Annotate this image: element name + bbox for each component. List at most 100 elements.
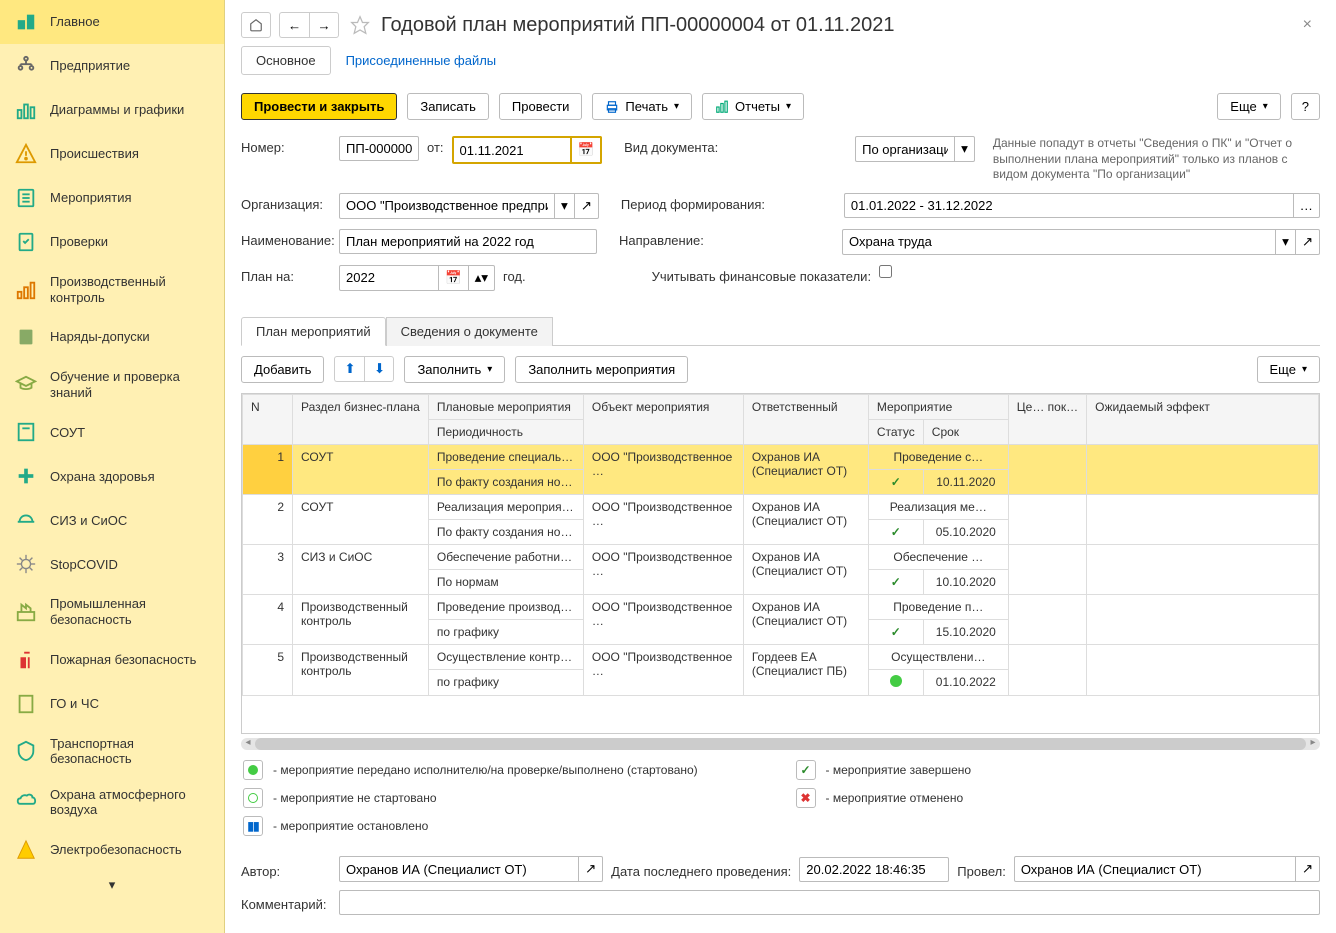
reports-button[interactable]: Отчеты [702,93,804,120]
scroll-left-icon[interactable]: ◂ [241,737,255,748]
forward-button[interactable]: → [309,12,339,38]
col-planned[interactable]: Плановые мероприятия [428,394,583,419]
col-event[interactable]: Мероприятие [868,394,1008,419]
tab-plan[interactable]: План мероприятий [241,317,386,346]
sidebar-item-16[interactable]: Транспортная безопасность [0,726,224,777]
name-input[interactable] [339,229,597,254]
table-row[interactable]: 2 СОУТ Реализация мероприя… ООО "Произво… [243,494,1319,519]
author-input[interactable] [339,856,579,882]
sidebar-item-12[interactable]: StopCOVID [0,542,224,586]
calendar-icon[interactable]: 📅 [572,136,603,164]
planfor-input[interactable] [339,265,439,291]
control-icon [14,278,38,302]
legend-notstarted: - мероприятие не стартовано [273,791,437,805]
dropdown-icon[interactable]: ▾ [955,136,975,162]
fill-button[interactable]: Заполнить [404,356,505,383]
col-n[interactable]: N [243,394,293,444]
add-button[interactable]: Добавить [241,356,324,383]
lastpost-input[interactable] [799,857,949,882]
col-object[interactable]: Объект мероприятия [583,394,743,444]
open-icon[interactable]: ↗ [579,856,603,882]
table-row[interactable]: 3 СИЗ и СиОС Обеспечение работни… ООО "П… [243,544,1319,569]
scroll-right-icon[interactable]: ▸ [1306,737,1320,748]
tab-main[interactable]: Основное [241,46,331,75]
back-button[interactable]: ← [279,12,309,38]
save-button[interactable]: Записать [407,93,489,120]
calendar-icon[interactable]: 📅 [439,265,469,291]
direction-label: Направление: [619,229,834,248]
sidebar-item-1[interactable]: Предприятие [0,44,224,88]
col-effect[interactable]: Ожидаемый эффект [1087,394,1319,444]
col-date[interactable]: Срок [923,419,1008,444]
year-suffix: год. [503,265,526,284]
sidebar-item-17[interactable]: Охрана атмосферного воздуха [0,777,224,828]
favorite-icon[interactable] [347,12,373,38]
print-button[interactable]: Печать [592,93,692,120]
table-row[interactable]: 5 Производственный контроль Осуществлени… [243,644,1319,669]
dropdown-icon[interactable]: ▾ [555,193,575,219]
table-row[interactable]: 1 СОУТ Проведение специаль… ООО "Произво… [243,444,1319,469]
move-down-button[interactable]: ⬇ [364,356,394,382]
date-input[interactable] [452,136,572,164]
sidebar-item-9[interactable]: СОУТ [0,410,224,454]
col-target[interactable]: Це… пок… [1008,394,1086,444]
period-input[interactable] [844,193,1294,218]
sidebar-item-4[interactable]: Мероприятия [0,176,224,220]
col-periodicity[interactable]: Периодичность [428,419,583,444]
home-button[interactable] [241,12,271,38]
sidebar-item-18[interactable]: Электробезопасность [0,828,224,872]
open-icon[interactable]: ↗ [1296,229,1320,255]
doctype-select[interactable] [855,136,955,162]
sidebar-item-10[interactable]: Охрана здоровья [0,454,224,498]
planfor-label: План на: [241,265,331,284]
legend-cancelled-icon: ✖ [796,788,816,808]
sidebar-item-2[interactable]: Диаграммы и графики [0,88,224,132]
permits-icon [14,325,38,349]
sidebar-item-label: ГО и ЧС [50,696,99,712]
col-section[interactable]: Раздел бизнес-плана [293,394,429,444]
sidebar-item-14[interactable]: Пожарная безопасность [0,638,224,682]
sidebar-expand-icon[interactable]: ▾ [0,872,224,898]
sidebar-item-0[interactable]: Главное [0,0,224,44]
sidebar-item-7[interactable]: Наряды-допуски [0,315,224,359]
doctype-label: Вид документа: [624,136,784,155]
transport-icon [14,739,38,763]
direction-input[interactable] [842,229,1276,255]
number-input[interactable] [339,136,419,161]
move-up-button[interactable]: ⬆ [334,356,364,382]
table-row[interactable]: 4 Производственный контроль Проведение п… [243,594,1319,619]
comment-input[interactable] [339,890,1320,915]
table-more-button[interactable]: Еще [1257,356,1320,383]
tab-docinfo[interactable]: Сведения о документе [386,317,553,346]
sidebar-item-15[interactable]: ГО и ЧС [0,682,224,726]
more-button[interactable]: Еще [1217,93,1280,120]
ellipsis-icon[interactable]: … [1294,193,1320,218]
horizontal-scrollbar[interactable]: ◂ ▸ [241,738,1320,750]
sidebar-item-label: Транспортная безопасность [50,736,210,767]
org-input[interactable] [339,193,555,219]
finance-checkbox[interactable] [879,265,892,278]
help-button[interactable]: ? [1291,93,1320,120]
open-icon[interactable]: ↗ [575,193,599,219]
events-table[interactable]: N Раздел бизнес-плана Плановые мероприят… [241,393,1320,734]
post-button[interactable]: Провести [499,93,583,120]
stepper-icon[interactable]: ▴▾ [469,265,495,291]
tab-attached-files[interactable]: Присоединенные файлы [331,46,512,75]
postedby-input[interactable] [1014,856,1296,882]
reports-label: Отчеты [735,99,780,114]
sidebar-item-8[interactable]: Обучение и проверка знаний [0,359,224,410]
legend-cancelled: - мероприятие отменено [826,791,964,805]
post-and-close-button[interactable]: Провести и закрыть [241,93,397,120]
sidebar-item-6[interactable]: Производственный контроль [0,264,224,315]
sidebar-item-5[interactable]: Проверки [0,220,224,264]
sidebar-item-13[interactable]: Промышленная безопасность [0,586,224,637]
open-icon[interactable]: ↗ [1296,856,1320,882]
dropdown-icon[interactable]: ▾ [1276,229,1296,255]
sidebar-item-3[interactable]: Происшествия [0,132,224,176]
close-button[interactable]: × [1295,12,1320,38]
sidebar-item-11[interactable]: СИЗ и СиОС [0,498,224,542]
fill-events-button[interactable]: Заполнить мероприятия [515,356,688,383]
legend-started: - мероприятие передано исполнителю/на пр… [273,763,698,777]
col-responsible[interactable]: Ответственный [743,394,868,444]
col-status[interactable]: Статус [868,419,923,444]
